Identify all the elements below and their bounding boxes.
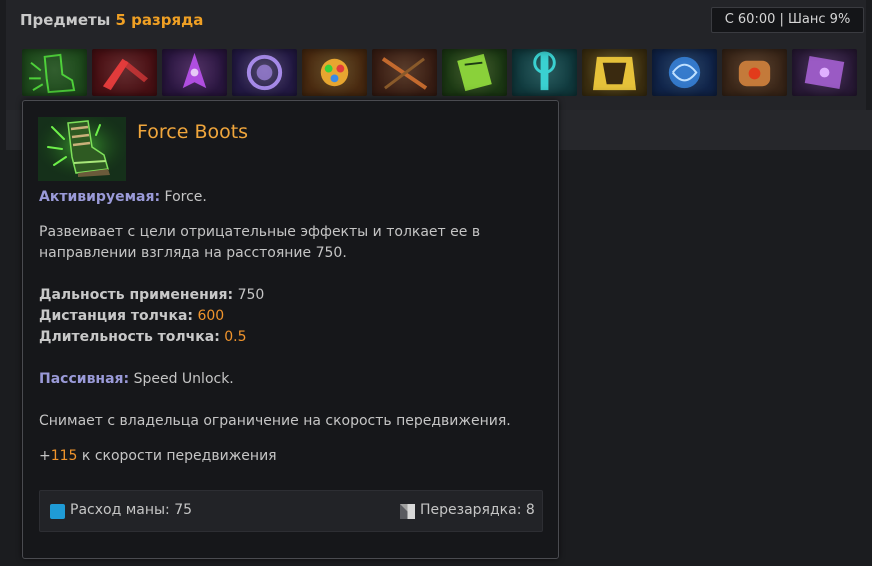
bonus-plus: + xyxy=(39,448,51,464)
page: Предметы 5 разряда С 60:00 | Шанс 9% For… xyxy=(0,0,872,566)
stat-cast-range: Дальность применения: 750 xyxy=(39,285,264,306)
mana-icon xyxy=(50,504,65,519)
mana-cost: Расход маны: 75 xyxy=(70,502,193,518)
stat-push-distance-value: 600 xyxy=(193,308,225,324)
stat-push-duration-label: Длительность толчка: xyxy=(39,329,220,345)
passive-desc: Снимает с владельца ограничение на скоро… xyxy=(39,413,511,429)
teal-mace-item-icon[interactable] xyxy=(512,49,577,96)
purple-crystal-item-icon[interactable] xyxy=(162,49,227,96)
title-tier: 5 разряда xyxy=(115,11,204,29)
green-tome-item-icon[interactable] xyxy=(442,49,507,96)
active-desc-line-1: Развеивает с цели отрицательные эффекты … xyxy=(39,224,481,240)
violet-orb-item-icon[interactable] xyxy=(232,49,297,96)
force-boots-large-icon xyxy=(38,117,126,181)
stat-cast-range-label: Дальность применения: xyxy=(39,287,234,303)
title-prefix: Предметы xyxy=(20,11,111,29)
tooltip-footer: Расход маны: 75 Перезарядка: 8 xyxy=(39,490,543,532)
active-name: Force. xyxy=(160,189,207,205)
passive-name: Speed Unlock. xyxy=(129,371,234,387)
bonus-line: +115 к скорости передвижения xyxy=(39,446,277,467)
cooldown-icon xyxy=(400,504,415,519)
passive-label: Пассивная: xyxy=(39,371,130,387)
item-grid xyxy=(22,49,857,96)
page-title: Предметы 5 разряда xyxy=(20,11,203,29)
golden-amulet-item-icon[interactable] xyxy=(302,49,367,96)
blue-vortex-item-icon[interactable] xyxy=(652,49,717,96)
active-ability-line: Активируемая: Force. xyxy=(39,187,207,208)
passive-ability-line: Пассивная: Speed Unlock. xyxy=(39,369,234,390)
force-boots-icon[interactable] xyxy=(22,49,87,96)
golden-cape-item-icon[interactable] xyxy=(582,49,647,96)
timer-badge: С 60:00 | Шанс 9% xyxy=(711,7,864,33)
stat-push-duration-value: 0.5 xyxy=(219,329,247,345)
active-label: Активируемая: xyxy=(39,189,161,205)
red-claw-item-icon[interactable] xyxy=(92,49,157,96)
stone-gauntlet-item-icon[interactable] xyxy=(722,49,787,96)
item-tooltip: Force Boots Активируемая: Force. Развеив… xyxy=(22,100,559,559)
dark-tome-item-icon[interactable] xyxy=(792,49,857,96)
stat-cast-range-value: 750 xyxy=(233,287,265,303)
bonus-value: 115 xyxy=(50,448,78,464)
tooltip-title: Force Boots xyxy=(137,121,249,143)
stat-push-duration: Длительность толчка: 0.5 xyxy=(39,327,247,348)
crossbow-item-icon[interactable] xyxy=(372,49,437,96)
active-desc-line-2: направлении взгляда на расстояние 750. xyxy=(39,245,347,261)
cooldown: Перезарядка: 8 xyxy=(420,502,535,518)
bonus-text: к скорости передвижения xyxy=(77,448,277,464)
stat-push-distance-label: Дистанция толчка: xyxy=(39,308,194,324)
stat-push-distance: Дистанция толчка: 600 xyxy=(39,306,224,327)
